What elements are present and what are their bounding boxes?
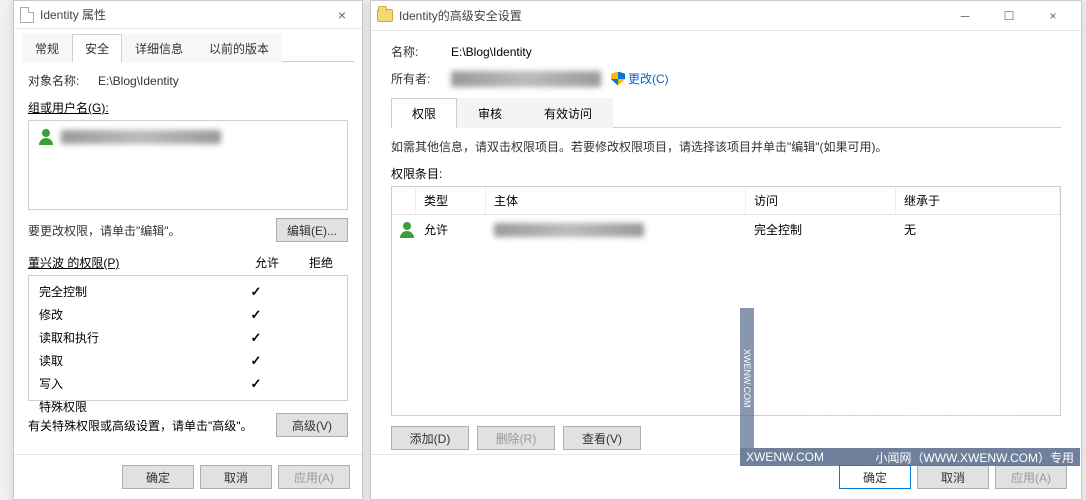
object-name-label: 对象名称: — [28, 72, 98, 89]
permissions-table[interactable]: 类型 主体 访问 继承于 允许 ████████████ 完全控制 无 — [391, 186, 1061, 416]
tab-auditing[interactable]: 审核 — [457, 98, 523, 128]
dialog-footer: 确定 取消 应用(A) — [371, 454, 1081, 499]
table-header: 类型 主体 访问 继承于 — [392, 187, 1060, 215]
table-row[interactable]: 允许 ████████████ 完全控制 无 — [392, 215, 1060, 244]
window-title: Identity的高级安全设置 — [399, 7, 943, 24]
perm-header-name: 董兴波 的权限(P) — [28, 254, 240, 271]
tab-security[interactable]: 安全 — [72, 34, 122, 62]
entries-label: 权限条目: — [391, 165, 1061, 182]
perm-row: 读取和执行✓ — [33, 326, 343, 349]
name-row: 名称: E:\Blog\Identity — [391, 43, 1061, 60]
advanced-security-dialog: Identity的高级安全设置 ─ ☐ × 名称: E:\Blog\Identi… — [370, 0, 1082, 500]
name-label: 名称: — [391, 43, 451, 60]
content: 名称: E:\Blog\Identity 所有者: ████████████ 更… — [371, 31, 1081, 496]
ok-button[interactable]: 确定 — [122, 465, 194, 489]
maximize-icon[interactable]: ☐ — [987, 2, 1031, 30]
user-icon — [400, 222, 416, 238]
tab-strip: 权限 审核 有效访问 — [391, 97, 1061, 128]
minimize-icon[interactable]: ─ — [943, 2, 987, 30]
object-name-value: E:\Blog\Identity — [98, 74, 348, 88]
apply-button[interactable]: 应用(A) — [278, 465, 350, 489]
tab-effective-access[interactable]: 有效访问 — [523, 98, 613, 128]
document-icon — [20, 7, 34, 23]
perm-row: 修改✓ — [33, 303, 343, 326]
check-icon: ✓ — [229, 330, 283, 346]
tab-details[interactable]: 详细信息 — [122, 34, 196, 62]
check-icon: ✓ — [229, 376, 283, 392]
check-icon: ✓ — [229, 284, 283, 300]
tab-previous-versions[interactable]: 以前的版本 — [196, 34, 282, 62]
add-button[interactable]: 添加(D) — [391, 426, 469, 450]
edit-button[interactable]: 编辑(E)... — [276, 218, 348, 242]
apply-button[interactable]: 应用(A) — [995, 465, 1067, 489]
edit-row: 要更改权限，请单击"编辑"。 编辑(E)... — [28, 218, 348, 242]
edit-hint: 要更改权限，请单击"编辑"。 — [28, 222, 181, 239]
col-access[interactable]: 访问 — [746, 187, 896, 214]
tab-strip: 常规 安全 详细信息 以前的版本 — [22, 33, 354, 62]
view-button[interactable]: 查看(V) — [563, 426, 641, 450]
users-list[interactable]: ████████████ — [28, 120, 348, 210]
check-icon: ✓ — [229, 307, 283, 323]
perm-row: 读取✓ — [33, 349, 343, 372]
user-name: ████████████ — [61, 130, 221, 144]
shield-icon — [611, 72, 625, 86]
titlebar[interactable]: Identity的高级安全设置 ─ ☐ × — [371, 1, 1081, 31]
close-icon[interactable]: × — [1031, 2, 1075, 30]
folder-icon — [377, 9, 393, 22]
check-icon: ✓ — [229, 353, 283, 369]
col-inherit[interactable]: 继承于 — [896, 187, 1060, 214]
ok-button[interactable]: 确定 — [839, 465, 911, 489]
change-owner-link[interactable]: 更改(C) — [611, 70, 669, 87]
window-controls: ─ ☐ × — [943, 2, 1075, 30]
tab-body: 对象名称: E:\Blog\Identity 组或用户名(G): ███████… — [14, 62, 362, 455]
owner-value: ████████████ — [451, 71, 601, 87]
tab-permissions[interactable]: 权限 — [391, 98, 457, 128]
tab-general[interactable]: 常规 — [22, 34, 72, 62]
permissions-header: 董兴波 的权限(P) 允许 拒绝 — [28, 254, 348, 271]
perm-row: 完全控制✓ — [33, 280, 343, 303]
perm-header-allow: 允许 — [240, 254, 294, 271]
close-icon[interactable]: × — [328, 7, 356, 23]
cancel-button[interactable]: 取消 — [200, 465, 272, 489]
advanced-row: 有关特殊权限或高级设置，请单击"高级"。 高级(V) — [28, 413, 348, 437]
name-value: E:\Blog\Identity — [451, 45, 532, 59]
cancel-button[interactable]: 取消 — [917, 465, 989, 489]
window-title: Identity 属性 — [40, 6, 328, 23]
col-type[interactable]: 类型 — [416, 187, 486, 214]
user-row[interactable]: ████████████ — [33, 125, 343, 149]
perm-row: 写入✓ — [33, 372, 343, 395]
advanced-hint: 有关特殊权限或高级设置，请单击"高级"。 — [28, 417, 253, 434]
col-principal[interactable]: 主体 — [486, 187, 746, 214]
dialog-footer: 确定 取消 应用(A) — [14, 454, 362, 499]
permissions-list: 完全控制✓ 修改✓ 读取和执行✓ 读取✓ 写入✓ 特殊权限 — [28, 275, 348, 401]
properties-dialog: Identity 属性 × 常规 安全 详细信息 以前的版本 对象名称: E:\… — [13, 0, 363, 500]
titlebar[interactable]: Identity 属性 × — [14, 1, 362, 29]
remove-button[interactable]: 删除(R) — [477, 426, 555, 450]
principal-name: ████████████ — [494, 223, 644, 237]
object-name-row: 对象名称: E:\Blog\Identity — [28, 72, 348, 89]
group-users-label: 组或用户名(G): — [28, 99, 348, 116]
advanced-button[interactable]: 高级(V) — [276, 413, 348, 437]
action-buttons: 添加(D) 删除(R) 查看(V) — [391, 426, 1061, 450]
instruction-text: 如需其他信息，请双击权限项目。若要修改权限项目，请选择该项目并单击"编辑"(如果… — [391, 138, 1061, 155]
perm-header-deny: 拒绝 — [294, 254, 348, 271]
owner-label: 所有者: — [391, 70, 451, 87]
user-icon — [39, 129, 55, 145]
owner-row: 所有者: ████████████ 更改(C) — [391, 70, 1061, 87]
